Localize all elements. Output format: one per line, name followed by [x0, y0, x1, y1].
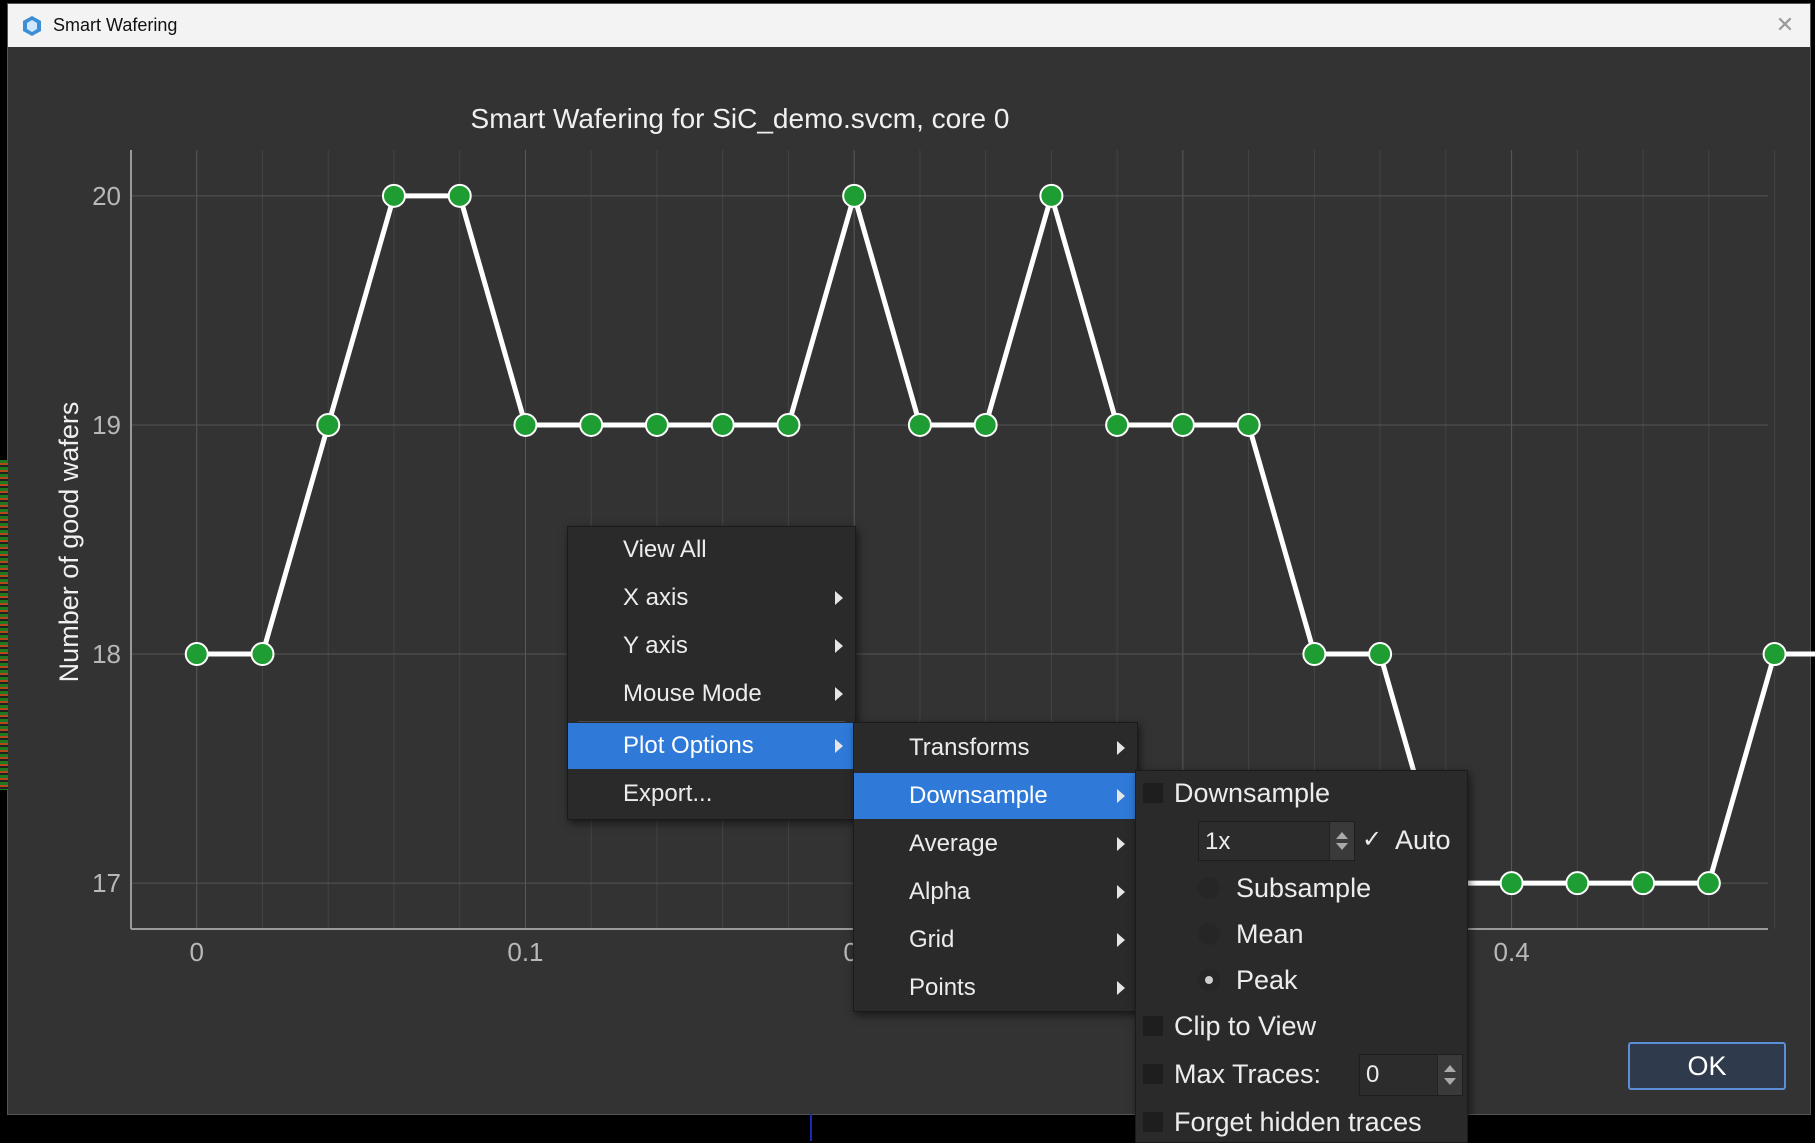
- data-point: [184, 642, 209, 667]
- plot-options-submenu: Transforms Downsample Average Alpha Grid…: [853, 722, 1138, 1012]
- data-point: [1236, 412, 1261, 437]
- menu-separator: [578, 721, 845, 722]
- clip-to-view-label: Clip to View: [1174, 1011, 1317, 1041]
- context-menu: View All X axis Y axis Mouse Mode Plot O…: [567, 526, 856, 820]
- submenu-arrow-icon: [1117, 933, 1125, 947]
- y-tick-label: 17: [92, 868, 121, 898]
- menu-item-mouse-mode[interactable]: Mouse Mode: [568, 671, 855, 717]
- data-point: [907, 412, 932, 437]
- submenu-arrow-icon: [1117, 741, 1125, 755]
- data-point: [1039, 183, 1064, 208]
- submenu-arrow-icon: [1117, 789, 1125, 803]
- max-traces-label: Max Traces:: [1174, 1059, 1322, 1089]
- y-tick-labels: 17 18 19 20: [92, 181, 121, 898]
- forget-hidden-traces-checkbox[interactable]: [1142, 1111, 1164, 1133]
- submenu-arrow-icon: [1117, 981, 1125, 995]
- spin-down-icon[interactable]: [1444, 1078, 1456, 1085]
- data-point: [381, 183, 406, 208]
- menu-item-x-axis[interactable]: X axis: [568, 575, 855, 621]
- data-point: [1762, 642, 1787, 667]
- submenu-arrow-icon: [1117, 885, 1125, 899]
- downsample-submenu: Downsample 1x ✓ Auto Subsample Mean Peak…: [1135, 770, 1468, 1143]
- submenu-arrow-icon: [835, 639, 843, 653]
- auto-label: Auto: [1395, 825, 1451, 855]
- menu-item-grid[interactable]: Grid: [854, 917, 1137, 963]
- menu-item-alpha[interactable]: Alpha: [854, 869, 1137, 915]
- spinner-buttons[interactable]: [1329, 822, 1354, 860]
- menu-item-average[interactable]: Average: [854, 821, 1137, 867]
- data-point: [1631, 871, 1656, 896]
- menu-item-points[interactable]: Points: [854, 965, 1137, 1011]
- submenu-arrow-icon: [835, 591, 843, 605]
- max-traces-value: 0: [1366, 1061, 1380, 1088]
- data-point: [1696, 871, 1721, 896]
- spin-down-icon[interactable]: [1336, 843, 1348, 850]
- peak-label: Peak: [1236, 965, 1298, 995]
- y-tick-label: 19: [92, 410, 121, 440]
- max-traces-spinbox[interactable]: 0: [1359, 1054, 1463, 1096]
- data-point: [1302, 642, 1327, 667]
- spinner-buttons[interactable]: [1437, 1055, 1462, 1095]
- data-point: [1368, 642, 1393, 667]
- data-point: [973, 412, 998, 437]
- menu-item-plot-options[interactable]: Plot Options: [568, 723, 855, 769]
- ok-button[interactable]: OK: [1628, 1042, 1786, 1090]
- chart-title: Smart Wafering for SiC_demo.svcm, core 0: [471, 103, 1010, 134]
- submenu-arrow-icon: [1117, 837, 1125, 851]
- menu-item-y-axis[interactable]: Y axis: [568, 623, 855, 669]
- x-tick-label: 0.4: [1494, 937, 1530, 967]
- data-point: [1170, 412, 1195, 437]
- mean-label: Mean: [1236, 919, 1304, 949]
- data-point: [250, 642, 275, 667]
- data-point: [1565, 871, 1590, 896]
- data-point: [447, 183, 472, 208]
- max-traces-checkbox[interactable]: [1142, 1063, 1164, 1085]
- menu-item-export[interactable]: Export...: [568, 771, 855, 817]
- forget-hidden-traces-label: Forget hidden traces: [1174, 1107, 1422, 1137]
- auto-check-icon[interactable]: ✓: [1362, 825, 1382, 854]
- data-point: [776, 412, 801, 437]
- downsample-label: Downsample: [1174, 778, 1331, 808]
- downsample-factor-value: 1x: [1205, 828, 1231, 855]
- spin-up-icon[interactable]: [1444, 1065, 1456, 1072]
- data-point: [513, 412, 538, 437]
- spin-up-icon[interactable]: [1336, 832, 1348, 839]
- mean-radio[interactable]: [1198, 923, 1220, 945]
- submenu-arrow-icon: [835, 739, 843, 753]
- submenu-arrow-icon: [835, 687, 843, 701]
- x-tick-label: 0.1: [507, 937, 543, 967]
- downsample-checkbox[interactable]: [1142, 782, 1164, 804]
- y-tick-label: 20: [92, 181, 121, 211]
- peak-radio[interactable]: [1198, 969, 1220, 991]
- data-point: [1499, 871, 1524, 896]
- data-point: [1105, 412, 1130, 437]
- clip-to-view-checkbox[interactable]: [1142, 1015, 1164, 1037]
- data-point: [710, 412, 735, 437]
- subsample-label: Subsample: [1236, 873, 1372, 903]
- menu-item-downsample[interactable]: Downsample: [854, 773, 1137, 819]
- downsample-factor-spinbox[interactable]: 1x: [1198, 821, 1355, 861]
- data-point: [644, 412, 669, 437]
- menu-item-transforms[interactable]: Transforms: [854, 725, 1137, 771]
- menu-item-view-all[interactable]: View All: [568, 527, 855, 573]
- y-axis-label: Number of good wafers: [54, 402, 84, 683]
- data-point: [579, 412, 604, 437]
- data-point: [316, 412, 341, 437]
- y-tick-label: 18: [92, 639, 121, 669]
- subsample-radio[interactable]: [1198, 877, 1220, 899]
- x-tick-label: 0: [190, 937, 204, 967]
- data-point: [842, 183, 867, 208]
